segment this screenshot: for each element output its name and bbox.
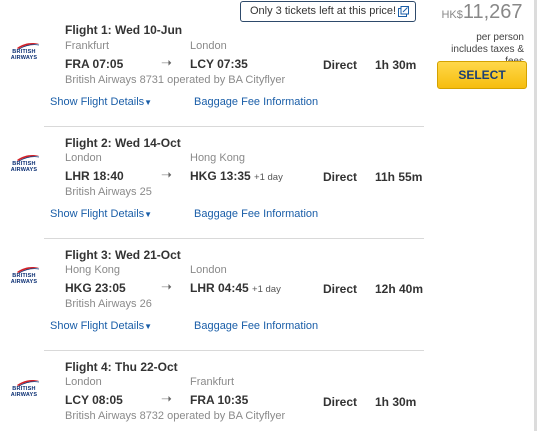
price-amount: 11,267 — [462, 1, 523, 23]
logo-line-2: AIRWAYS — [10, 279, 38, 285]
chevron-down-icon: ▼ — [144, 322, 153, 331]
per-person-label: per person — [476, 32, 524, 43]
flight-title: Flight 4: Thu 22-Oct — [65, 360, 178, 374]
chevron-down-icon: ▼ — [144, 98, 153, 107]
arrival-time: LHR 04:45 +1 day — [190, 281, 281, 295]
arrow-right-icon: ➝ — [161, 167, 172, 182]
arrival-time-text: LCY 07:35 — [190, 57, 248, 71]
departure-city: Hong Kong — [65, 264, 121, 276]
baggage-fee-link[interactable]: Baggage Fee Information — [194, 208, 318, 220]
arrow-right-icon: ➝ — [161, 55, 172, 70]
arrival-time: FRA 10:35 — [190, 393, 248, 407]
baggage-fee-link[interactable]: Baggage Fee Information — [194, 320, 318, 332]
stops-label: Direct — [323, 170, 358, 184]
departure-time: LHR 18:40 — [65, 169, 124, 183]
arrival-time-text: HKG 13:35 — [190, 169, 251, 183]
show-flight-details-link[interactable]: Show Flight Details▼ — [50, 320, 152, 332]
itinerary-card: BRITISH AIRWAYS Flight 1: Wed 10-Jun Fran… — [0, 0, 430, 431]
select-button[interactable]: SELECT — [437, 61, 527, 89]
logo-line-2: AIRWAYS — [10, 392, 38, 398]
tickets-left-notice[interactable]: Only 3 tickets left at this price! — [240, 1, 416, 22]
stops-label: Direct — [323, 395, 358, 409]
operator-info: British Airways 8731 operated by BA City… — [65, 74, 286, 86]
british-airways-logo: BRITISH AIRWAYS — [6, 42, 42, 64]
departure-city: London — [65, 376, 102, 388]
arrival-city: London — [190, 40, 227, 52]
flight-title: Flight 3: Wed 21-Oct — [65, 248, 181, 262]
price-panel: HK$11,267 per personincludes taxes & fee… — [431, 0, 534, 95]
chevron-down-icon: ▼ — [144, 210, 153, 219]
arrival-time-text: LHR 04:45 — [190, 281, 249, 295]
flight-title: Flight 1: Wed 10-Jun — [65, 23, 183, 37]
departure-city: Frankfurt — [65, 40, 110, 52]
duration: 11h 55m — [375, 170, 423, 184]
tickets-left-text: Only 3 tickets left at this price! — [250, 5, 397, 17]
duration: 12h 40m — [375, 282, 424, 296]
departure-time: LCY 08:05 — [65, 393, 123, 407]
arrival-time: HKG 13:35 +1 day — [190, 169, 283, 183]
arrival-city: Hong Kong — [190, 152, 246, 164]
british-airways-logo: BRITISH AIRWAYS — [6, 266, 42, 288]
british-airways-logo: BRITISH AIRWAYS — [6, 154, 42, 176]
departure-time: FRA 07:05 — [65, 57, 124, 71]
departure-time: HKG 23:05 — [65, 281, 126, 295]
show-flight-details-label: Show Flight Details — [50, 208, 145, 220]
flight-segment-2: BRITISH AIRWAYS Flight 2: Wed 14-Oct Lond… — [0, 112, 428, 224]
show-flight-details-label: Show Flight Details — [50, 320, 145, 332]
show-flight-details-link[interactable]: Show Flight Details▼ — [50, 208, 152, 220]
arrival-time: LCY 07:35 — [190, 57, 248, 71]
duration: 1h 30m — [375, 395, 417, 409]
arrival-city: Frankfurt — [190, 376, 235, 388]
logo-line-2: AIRWAYS — [10, 55, 38, 61]
arrival-city: London — [190, 264, 227, 276]
show-flight-details-label: Show Flight Details — [50, 96, 145, 108]
operator-info: British Airways 8732 operated by BA City… — [65, 410, 286, 422]
logo-line-2: AIRWAYS — [10, 167, 38, 173]
flight-segment-3: BRITISH AIRWAYS Flight 3: Wed 21-Oct Hong… — [0, 224, 428, 336]
next-day-note: +1 day — [254, 172, 283, 183]
arrow-right-icon: ➝ — [161, 279, 172, 294]
price: HK$11,267 — [434, 1, 530, 24]
departure-city: London — [65, 152, 102, 164]
price-currency: HK$ — [441, 9, 463, 21]
stops-label: Direct — [323, 58, 358, 72]
arrival-time-text: FRA 10:35 — [190, 393, 249, 407]
british-airways-logo: BRITISH AIRWAYS — [6, 379, 42, 401]
operator-info: British Airways 25 — [65, 186, 152, 198]
baggage-fee-link[interactable]: Baggage Fee Information — [194, 96, 318, 108]
arrow-right-icon: ➝ — [161, 391, 172, 406]
duration: 1h 30m — [375, 58, 417, 72]
operator-info: British Airways 26 — [65, 298, 152, 310]
flight-title: Flight 2: Wed 14-Oct — [65, 136, 181, 150]
next-day-note: +1 day — [252, 284, 281, 295]
stops-label: Direct — [323, 282, 358, 296]
external-link-icon — [398, 6, 409, 17]
show-flight-details-link[interactable]: Show Flight Details▼ — [50, 96, 152, 108]
flight-segment-4: BRITISH AIRWAYS Flight 4: Thu 22-Oct Lond… — [0, 336, 428, 431]
